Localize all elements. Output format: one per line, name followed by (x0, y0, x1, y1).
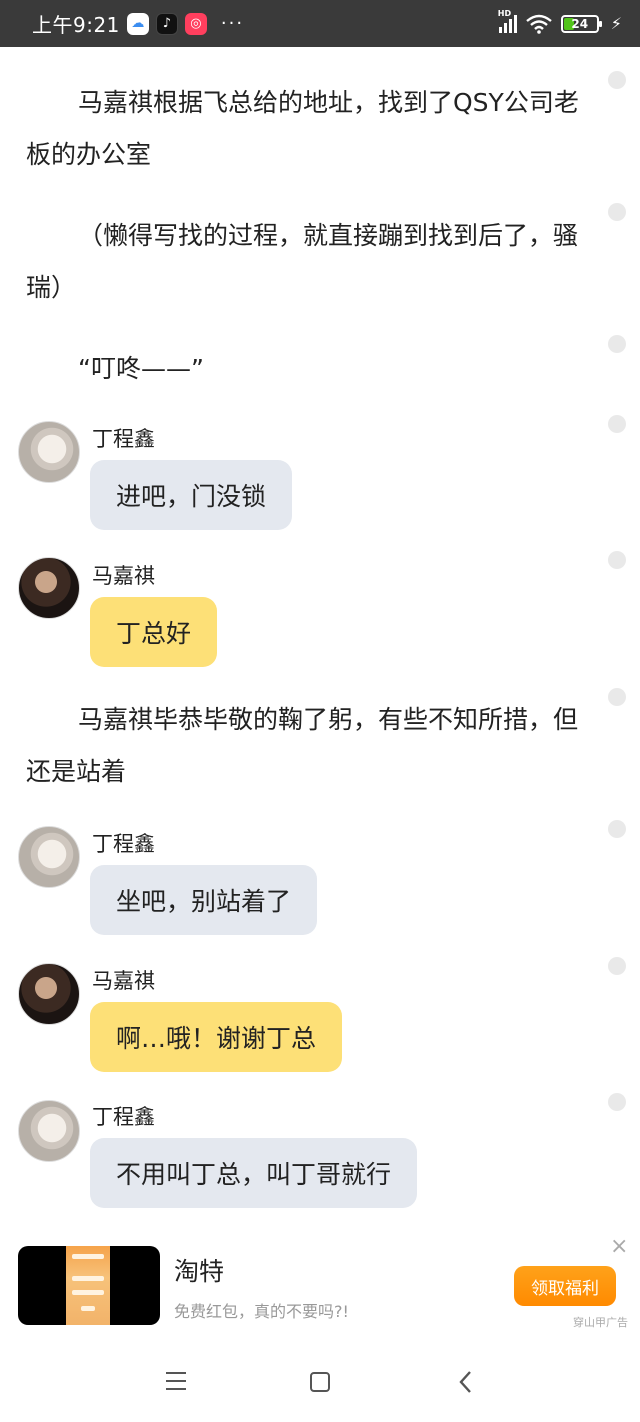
avatar[interactable] (18, 963, 80, 1025)
speaker-name: 丁程鑫 (92, 832, 155, 856)
speaker-name: 丁程鑫 (92, 427, 155, 451)
comment-dot-icon[interactable] (608, 203, 626, 221)
narration-paragraph: 马嘉祺毕恭毕敬的鞠了躬，有些不知所措，但还是站着 (26, 705, 579, 786)
speaker-name: 马嘉祺 (92, 564, 155, 588)
avatar[interactable] (18, 1100, 80, 1162)
ad-thumbnail[interactable] (18, 1246, 160, 1325)
more-notifications-icon: ··· (220, 13, 245, 34)
close-icon[interactable]: × (610, 1234, 628, 1259)
ad-title[interactable]: 淘特 (174, 1252, 224, 1288)
comment-dot-icon[interactable] (608, 1093, 626, 1111)
battery-level: 24 (571, 16, 589, 31)
status-bar: 上午9:21 ☁ ♪ ◎ ··· HD 24 ⚡ (0, 0, 640, 47)
narration-paragraph: （懒得写找的过程，就直接蹦到找到后了，骚瑞） (26, 221, 579, 302)
cloud-icon: ☁ (126, 12, 149, 35)
network-label: HD (497, 8, 512, 18)
charging-icon: ⚡ (610, 14, 622, 33)
speaker-name: 马嘉祺 (92, 969, 155, 993)
narration-paragraph: 马嘉祺根据飞总给的地址，找到了QSY公司老板的办公室 (26, 88, 579, 169)
ad-source-label: 穿山甲广告 (573, 1316, 628, 1329)
comment-dot-icon[interactable] (608, 551, 626, 569)
navigation-bar (0, 1350, 640, 1422)
narration-paragraph: “叮咚——” (78, 354, 204, 383)
comment-dot-icon[interactable] (608, 820, 626, 838)
kuaishou-icon: ◎ (184, 12, 207, 35)
ad-banner[interactable]: 淘特 免费红包，真的不要吗?! 领取福利 × 穿山甲广告 (0, 1230, 640, 1340)
claim-reward-button[interactable]: 领取福利 (514, 1266, 616, 1306)
status-time: 上午9:21 (32, 13, 120, 37)
message-bubble: 坐吧，别站着了 (90, 865, 318, 935)
comment-dot-icon[interactable] (608, 688, 626, 706)
speaker-name: 丁程鑫 (92, 1105, 155, 1129)
signal-icon: HD (498, 9, 517, 33)
ad-poster-image (66, 1246, 110, 1325)
menu-icon[interactable] (166, 1372, 186, 1390)
message-bubble: 啊…哦！谢谢丁总 (90, 1002, 343, 1072)
avatar[interactable] (18, 557, 80, 619)
comment-dot-icon[interactable] (608, 335, 626, 353)
back-icon[interactable] (456, 1368, 476, 1396)
home-icon[interactable] (310, 1372, 330, 1392)
message-bubble: 不用叫丁总，叫丁哥就行 (90, 1138, 418, 1208)
avatar[interactable] (18, 421, 80, 483)
wifi-icon (525, 13, 553, 35)
comment-dot-icon[interactable] (608, 71, 626, 89)
tiktok-icon: ♪ (155, 12, 178, 35)
ad-description: 免费红包，真的不要吗?! (174, 1302, 349, 1321)
comment-dot-icon[interactable] (608, 957, 626, 975)
battery-icon: 24 (560, 14, 602, 33)
message-bubble: 丁总好 (90, 597, 218, 667)
avatar[interactable] (18, 826, 80, 888)
message-bubble: 进吧，门没锁 (90, 460, 293, 530)
comment-dot-icon[interactable] (608, 415, 626, 433)
